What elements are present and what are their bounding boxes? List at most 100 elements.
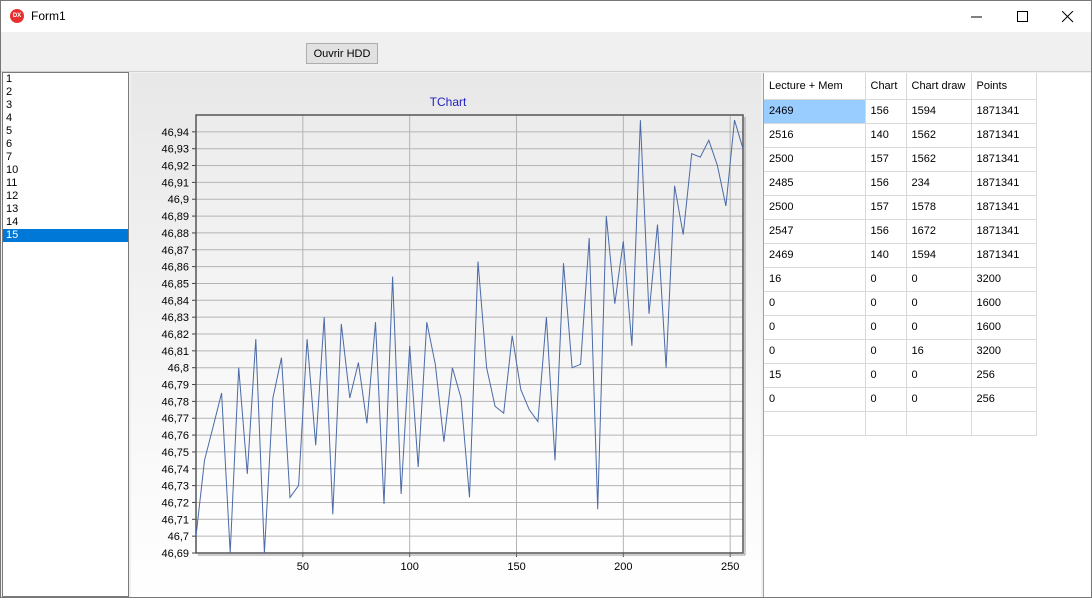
table-cell[interactable]: 156 [865, 99, 907, 124]
table-cell[interactable]: 0 [764, 315, 866, 340]
column-header[interactable]: Chart draw [906, 73, 972, 100]
table-cell[interactable] [865, 411, 907, 436]
table-cell[interactable]: 0 [865, 291, 907, 316]
table-row[interactable]: 2469 140 1594 1871341 [764, 243, 1037, 268]
table-row[interactable]: 0 0 0 256 [764, 387, 1037, 412]
list-item[interactable]: 2 [3, 86, 128, 99]
list-item[interactable]: 1 [3, 73, 128, 86]
close-button[interactable] [1045, 1, 1091, 32]
table-row[interactable]: 2500 157 1578 1871341 [764, 195, 1037, 220]
table-cell[interactable]: 256 [971, 363, 1037, 388]
table-cell[interactable]: 0 [906, 363, 972, 388]
table-row[interactable] [764, 411, 1037, 436]
column-header[interactable]: Points [971, 73, 1037, 100]
table-cell[interactable]: 0 [906, 267, 972, 292]
table-cell[interactable]: 1562 [906, 147, 972, 172]
table-cell[interactable] [971, 411, 1037, 436]
table-cell[interactable]: 0 [764, 387, 866, 412]
table-cell[interactable]: 0 [865, 267, 907, 292]
table-cell[interactable]: 140 [865, 243, 907, 268]
table-cell[interactable]: 3200 [971, 267, 1037, 292]
table-cell[interactable]: 256 [971, 387, 1037, 412]
app-logo-icon: DX [10, 9, 24, 23]
table-row[interactable]: 0 0 0 1600 [764, 291, 1037, 316]
table-cell[interactable]: 16 [764, 267, 866, 292]
table-cell[interactable]: 0 [906, 315, 972, 340]
results-grid[interactable]: Lecture + Mem Chart Chart draw Points 2469 1… [763, 73, 1091, 597]
table-cell[interactable]: 1578 [906, 195, 972, 220]
table-row[interactable]: 15 0 0 256 [764, 363, 1037, 388]
table-cell[interactable]: 0 [865, 315, 907, 340]
table-cell[interactable]: 1871341 [971, 219, 1037, 244]
y-tick-label: 46,9 [168, 194, 189, 206]
table-cell[interactable] [906, 411, 972, 436]
table-cell[interactable]: 0 [906, 291, 972, 316]
table-cell[interactable]: 156 [865, 219, 907, 244]
list-item[interactable]: 7 [3, 151, 128, 164]
column-header[interactable]: Lecture + Mem [764, 73, 866, 100]
title-bar[interactable]: DX Form1 [1, 1, 1091, 32]
table-cell[interactable]: 1594 [906, 243, 972, 268]
table-cell[interactable]: 0 [865, 339, 907, 364]
window-title: Form1 [31, 9, 66, 23]
table-cell[interactable]: 1562 [906, 123, 972, 148]
table-cell[interactable]: 0 [865, 363, 907, 388]
list-item[interactable]: 4 [3, 112, 128, 125]
y-tick-label: 46,8 [168, 363, 189, 375]
table-row[interactable]: 0 0 0 1600 [764, 315, 1037, 340]
table-cell[interactable]: 1594 [906, 99, 972, 124]
minimize-button[interactable] [954, 1, 1000, 32]
table-cell[interactable]: 157 [865, 147, 907, 172]
column-header[interactable]: Chart [865, 73, 907, 100]
table-cell[interactable]: 16 [906, 339, 972, 364]
y-tick-label: 46,76 [161, 430, 189, 442]
table-cell[interactable]: 2547 [764, 219, 866, 244]
table-cell[interactable]: 2469 [764, 99, 866, 124]
list-item[interactable]: 13 [3, 203, 128, 216]
table-cell[interactable]: 1600 [971, 291, 1037, 316]
table-cell[interactable]: 15 [764, 363, 866, 388]
list-item[interactable]: 15 [3, 229, 128, 242]
table-cell[interactable]: 0 [865, 387, 907, 412]
table-cell[interactable]: 1600 [971, 315, 1037, 340]
table-cell[interactable]: 1871341 [971, 171, 1037, 196]
table-cell[interactable]: 1871341 [971, 195, 1037, 220]
list-item[interactable]: 14 [3, 216, 128, 229]
table-cell[interactable]: 234 [906, 171, 972, 196]
table-cell[interactable] [764, 411, 866, 436]
open-hdd-button[interactable]: Ouvrir HDD [306, 43, 378, 64]
maximize-button[interactable] [1000, 1, 1046, 32]
table-cell[interactable]: 0 [764, 291, 866, 316]
table-cell[interactable]: 0 [906, 387, 972, 412]
list-item[interactable]: 12 [3, 190, 128, 203]
table-cell[interactable]: 140 [865, 123, 907, 148]
y-tick-label: 46,91 [161, 177, 189, 189]
table-row[interactable]: 2485 156 234 1871341 [764, 171, 1037, 196]
table-cell[interactable]: 1672 [906, 219, 972, 244]
table-cell[interactable]: 0 [764, 339, 866, 364]
table-row[interactable]: 2469 156 1594 1871341 [764, 99, 1037, 124]
table-cell[interactable]: 3200 [971, 339, 1037, 364]
table-cell[interactable]: 1871341 [971, 99, 1037, 124]
table-cell[interactable]: 2500 [764, 147, 866, 172]
list-item[interactable]: 11 [3, 177, 128, 190]
list-item[interactable]: 10 [3, 164, 128, 177]
table-cell[interactable]: 156 [865, 171, 907, 196]
table-row[interactable]: 0 0 16 3200 [764, 339, 1037, 364]
table-cell[interactable]: 1871341 [971, 147, 1037, 172]
table-row[interactable]: 2516 140 1562 1871341 [764, 123, 1037, 148]
table-cell[interactable]: 2485 [764, 171, 866, 196]
table-cell[interactable]: 2516 [764, 123, 866, 148]
list-item[interactable]: 3 [3, 99, 128, 112]
table-cell[interactable]: 2469 [764, 243, 866, 268]
table-cell[interactable]: 157 [865, 195, 907, 220]
list-item[interactable]: 5 [3, 125, 128, 138]
table-cell[interactable]: 1871341 [971, 123, 1037, 148]
table-cell[interactable]: 2500 [764, 195, 866, 220]
table-row[interactable]: 2500 157 1562 1871341 [764, 147, 1037, 172]
list-item[interactable]: 6 [3, 138, 128, 151]
table-row[interactable]: 2547 156 1672 1871341 [764, 219, 1037, 244]
table-row[interactable]: 16 0 0 3200 [764, 267, 1037, 292]
item-listbox[interactable]: 1 2 3 4 5 6 7 10 11 12 13 14 15 [2, 72, 129, 597]
table-cell[interactable]: 1871341 [971, 243, 1037, 268]
